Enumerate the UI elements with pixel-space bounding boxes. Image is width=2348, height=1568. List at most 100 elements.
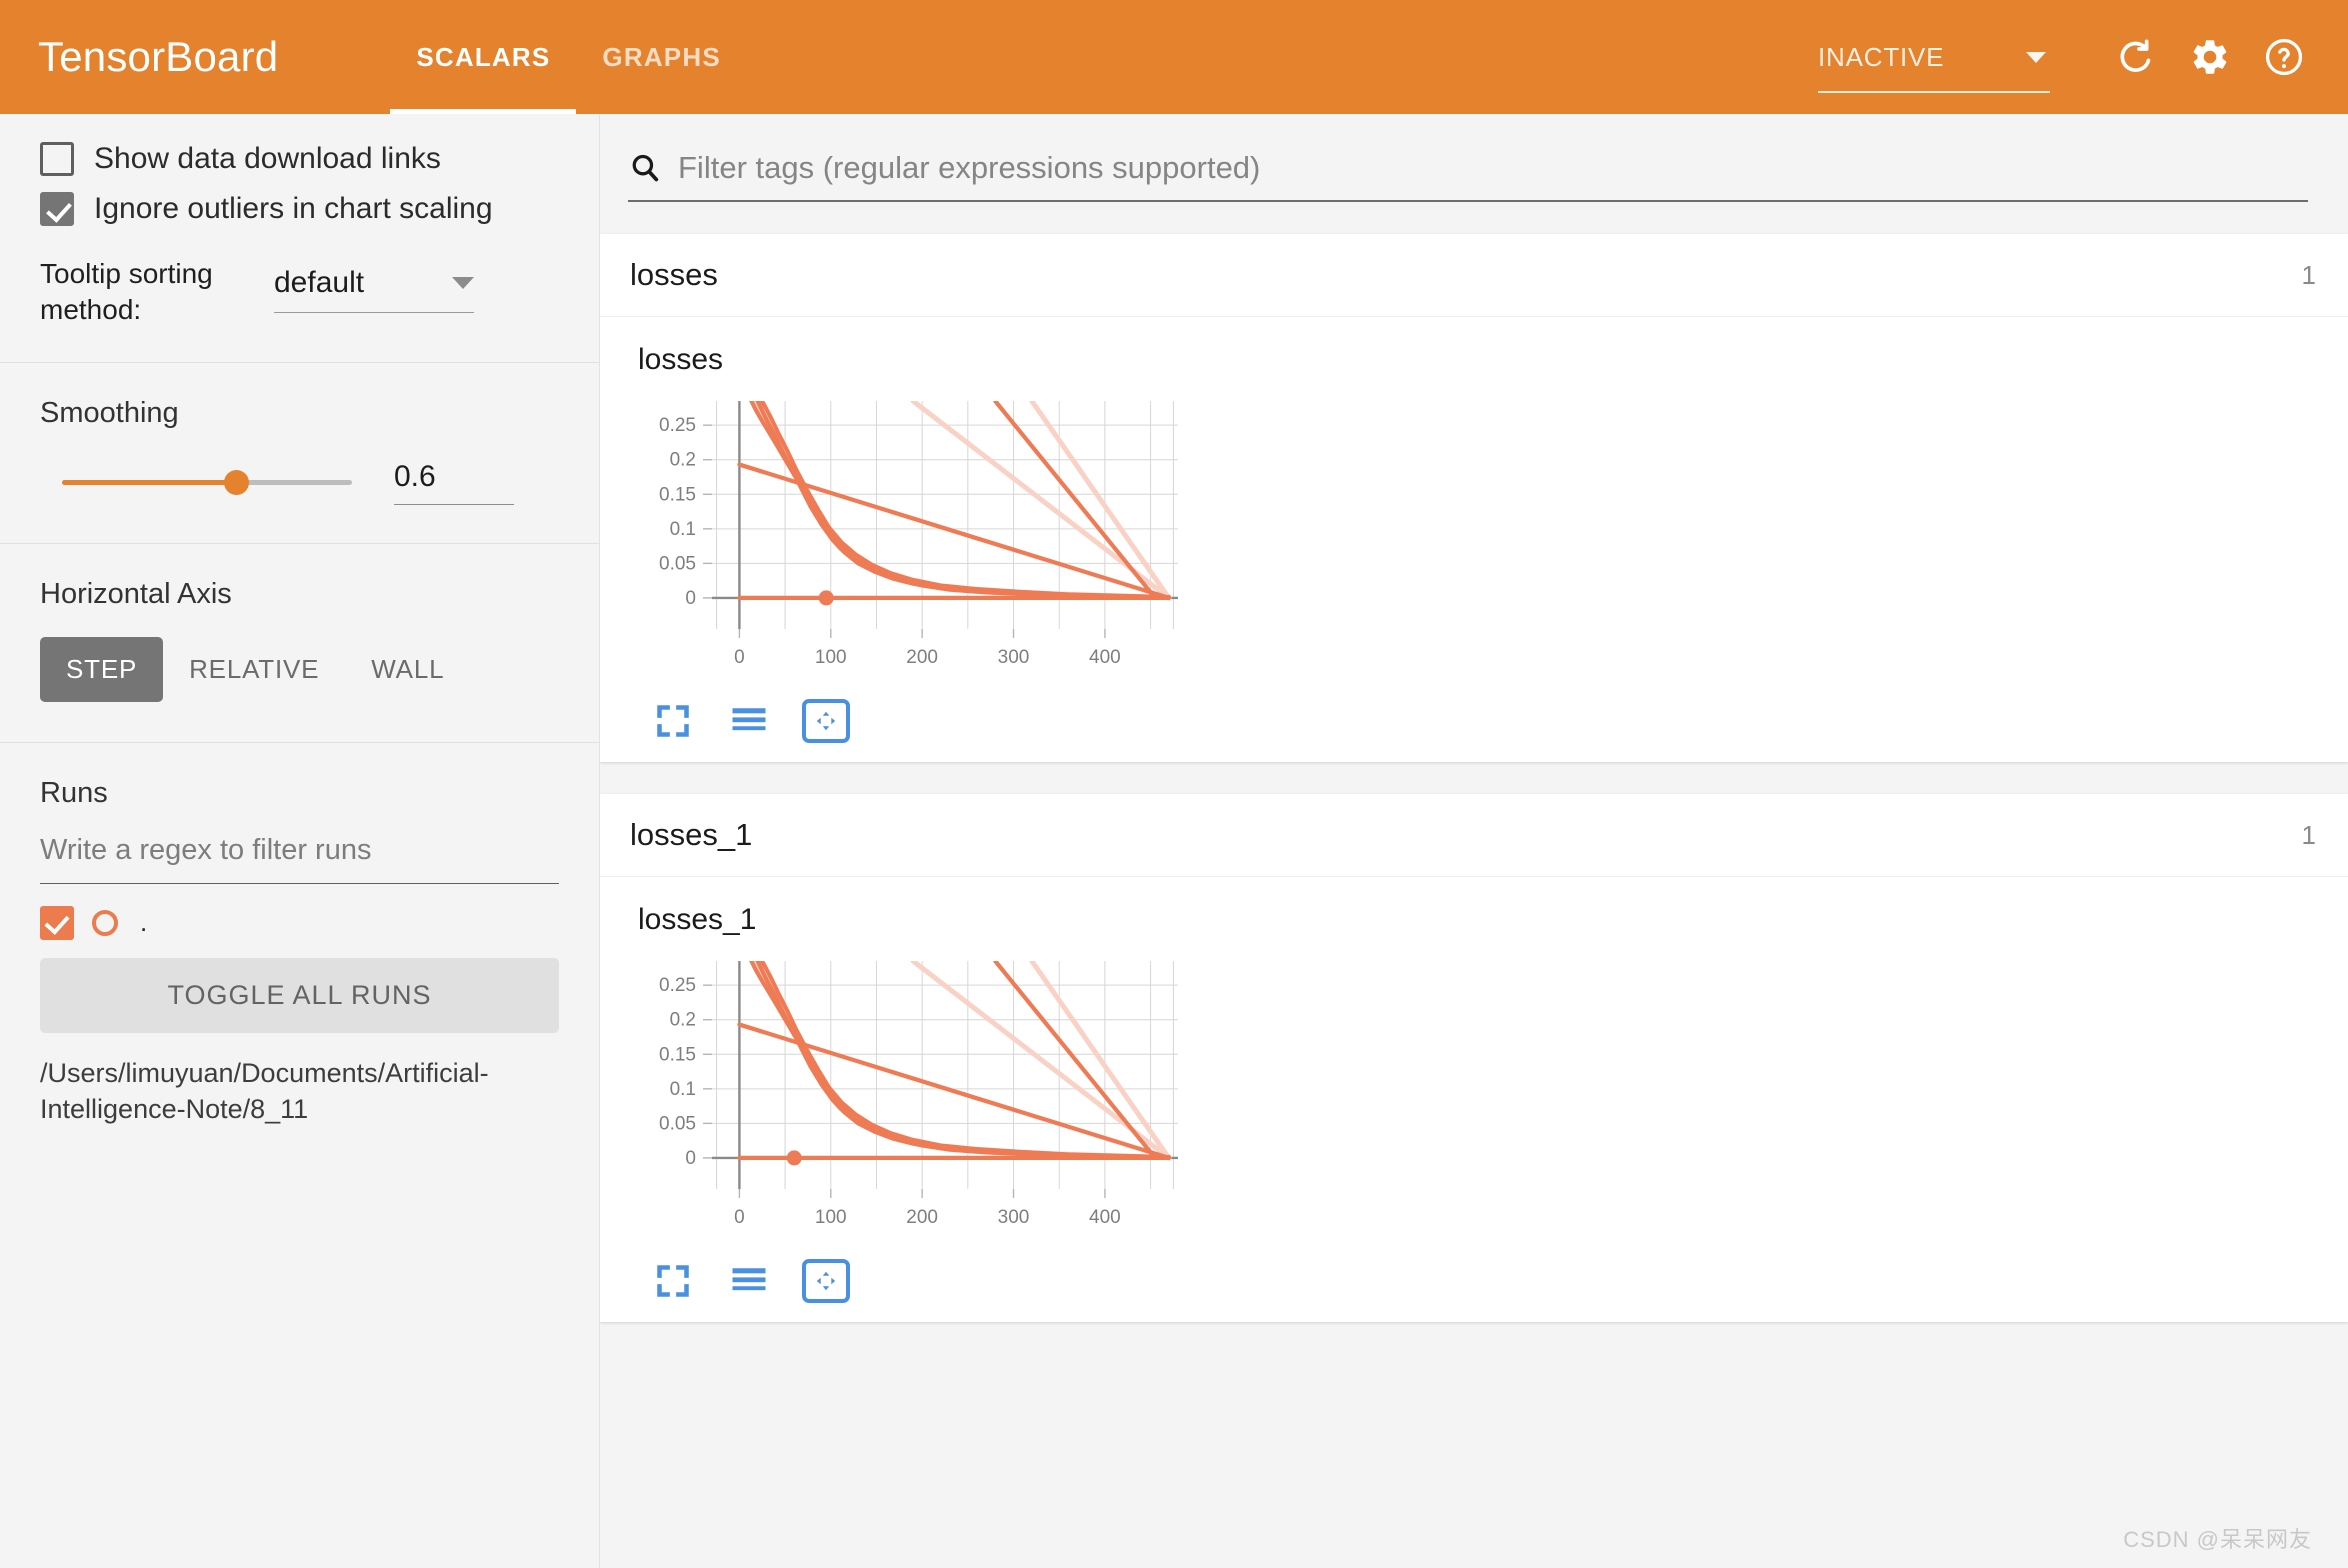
svg-text:100: 100	[815, 647, 847, 668]
data-series-lines-icon[interactable]	[726, 1258, 772, 1304]
tag-card-losses: losses 1 losses 0 0.05 0.1 0.15 0.2 0.25 0 100 2…	[600, 234, 2348, 762]
tag-card-body: losses_1 0 0.05 0.1 0.15 0.2 0.25 0 100 200 300 40…	[600, 877, 2348, 1322]
svg-text:0: 0	[685, 588, 696, 609]
tag-card-title: losses_1	[630, 817, 753, 852]
watermark-text: CSDN @呆呆网友	[2123, 1527, 2312, 1552]
smoothing-value-input[interactable]: 0.6	[394, 460, 514, 505]
tag-card-header[interactable]: losses 1	[600, 234, 2348, 317]
smoothing-section: Smoothing 0.6	[0, 363, 599, 544]
pan-chart-icon[interactable]	[802, 699, 850, 743]
tag-card-body: losses 0 0.05 0.1 0.15 0.2 0.25 0 100 200 300 400	[600, 317, 2348, 762]
svg-text:0: 0	[685, 1148, 696, 1169]
tooltip-sorting-row: Tooltip sorting method: default	[40, 226, 559, 362]
svg-text:0.05: 0.05	[659, 1113, 696, 1134]
horizontal-axis-options: STEP RELATIVE WALL	[40, 611, 559, 742]
search-icon	[628, 151, 662, 185]
svg-text:0.15: 0.15	[659, 1044, 696, 1065]
data-series-lines-icon[interactable]	[726, 698, 772, 744]
tab-graphs[interactable]: GRAPHS	[576, 0, 746, 114]
chevron-down-icon	[2026, 51, 2046, 63]
svg-text:0.25: 0.25	[659, 975, 696, 996]
run-checkbox-checked-icon[interactable]	[40, 905, 74, 940]
slider-knob[interactable]	[224, 470, 249, 496]
scalar-line-chart[interactable]: 0 0.05 0.1 0.15 0.2 0.25 0 100 200 300 400	[630, 951, 1190, 1251]
svg-text:300: 300	[998, 647, 1030, 668]
main-content: Filter tags (regular expressions support…	[600, 114, 2348, 1568]
gear-icon	[2193, 40, 2227, 74]
axis-option-relative[interactable]: RELATIVE	[163, 637, 345, 702]
chart-container[interactable]: 0 0.05 0.1 0.15 0.2 0.25 0 100 200 300 400	[630, 391, 2348, 696]
runs-heading: Runs	[40, 776, 108, 809]
smoothing-slider[interactable]	[62, 467, 352, 497]
checkbox-unchecked-icon[interactable]	[40, 142, 74, 176]
tooltip-sorting-select[interactable]: default	[274, 266, 474, 313]
svg-text:200: 200	[906, 647, 938, 668]
run-name-label: .	[140, 907, 148, 938]
toggle-all-runs-button[interactable]: TOGGLE ALL RUNS	[40, 957, 559, 1033]
reload-mode-select[interactable]: INACTIVE	[1818, 41, 2050, 93]
tag-card-header[interactable]: losses_1 1	[600, 794, 2348, 877]
tooltip-sorting-value: default	[274, 266, 365, 299]
pan-chart-icon[interactable]	[802, 1259, 850, 1303]
tooltip-sorting-label: Tooltip sorting method:	[40, 258, 213, 325]
top-app-bar: TensorBoard SCALARS GRAPHS INACTIVE	[0, 0, 2348, 114]
svg-text:0.25: 0.25	[659, 415, 696, 436]
ignore-outliers-row[interactable]: Ignore outliers in chart scaling	[40, 192, 559, 226]
help-button[interactable]	[2254, 27, 2314, 87]
display-options-section: Show data download links Ignore outliers…	[0, 114, 599, 363]
chevron-down-icon	[452, 277, 474, 289]
tab-scalars[interactable]: SCALARS	[390, 0, 577, 114]
chart-title: losses_1	[638, 903, 757, 936]
chart-title: losses	[638, 343, 724, 376]
run-list-item[interactable]: .	[40, 884, 559, 954]
checkbox-checked-icon[interactable]	[40, 192, 74, 226]
svg-text:400: 400	[1089, 1207, 1121, 1228]
svg-text:0.15: 0.15	[659, 484, 696, 505]
show-download-links-row[interactable]: Show data download links	[40, 114, 559, 176]
refresh-icon	[2120, 39, 2151, 72]
svg-text:300: 300	[998, 1207, 1030, 1228]
svg-text:0.1: 0.1	[670, 1079, 696, 1100]
runs-section: Runs Write a regex to filter runs . TOGG…	[0, 743, 599, 1128]
show-download-links-label: Show data download links	[94, 142, 441, 175]
select-underline	[1818, 90, 2050, 93]
horizontal-axis-heading: Horizontal Axis	[40, 577, 232, 610]
expand-chart-icon[interactable]	[650, 1258, 696, 1304]
settings-sidebar: Show data download links Ignore outliers…	[0, 114, 600, 1568]
help-circle-icon	[2265, 38, 2303, 76]
smoothing-heading: Smoothing	[40, 396, 179, 429]
horizontal-axis-section: Horizontal Axis STEP RELATIVE WALL	[0, 544, 599, 743]
main-tabs: SCALARS GRAPHS	[390, 0, 747, 114]
axis-option-step[interactable]: STEP	[40, 636, 164, 702]
reload-mode-value: INACTIVE	[1818, 41, 1945, 72]
svg-text:0.2: 0.2	[670, 1010, 696, 1031]
svg-text:0.1: 0.1	[670, 519, 696, 540]
svg-text:200: 200	[906, 1207, 938, 1228]
chart-toolbar	[650, 698, 2348, 744]
svg-text:400: 400	[1089, 647, 1121, 668]
svg-text:0: 0	[734, 1207, 745, 1228]
tab-graphs-label: GRAPHS	[602, 41, 721, 72]
svg-text:0: 0	[734, 647, 745, 668]
scalar-line-chart[interactable]: 0 0.05 0.1 0.15 0.2 0.25 0 100 200 300 400	[630, 391, 1190, 691]
tag-filter-bar[interactable]: Filter tags (regular expressions support…	[628, 150, 2308, 202]
slider-fill	[62, 480, 236, 486]
refresh-button[interactable]	[2106, 27, 2166, 87]
tag-card-count: 1	[2301, 259, 2316, 290]
tag-card-losses-1: losses_1 1 losses_1 0 0.05 0.1 0.15 0.2 0.25 0…	[600, 794, 2348, 1322]
chart-container[interactable]: 0 0.05 0.1 0.15 0.2 0.25 0 100 200 300 400	[630, 951, 2348, 1256]
smoothing-controls: 0.6	[40, 430, 559, 543]
tab-scalars-label: SCALARS	[416, 41, 551, 72]
top-bar-actions: INACTIVE	[1818, 27, 2314, 93]
tag-filter-placeholder: Filter tags (regular expressions support…	[678, 150, 1261, 185]
page-body: Show data download links Ignore outliers…	[0, 114, 2348, 1568]
axis-option-wall[interactable]: WALL	[345, 637, 470, 702]
ignore-outliers-label: Ignore outliers in chart scaling	[94, 192, 493, 225]
chart-toolbar	[650, 1258, 2348, 1304]
tag-card-title: losses	[630, 257, 718, 292]
svg-text:0.05: 0.05	[659, 553, 696, 574]
runs-filter-input[interactable]: Write a regex to filter runs	[40, 810, 559, 884]
tag-card-count: 1	[2301, 819, 2316, 850]
expand-chart-icon[interactable]	[650, 698, 696, 744]
settings-button[interactable]	[2180, 27, 2240, 87]
